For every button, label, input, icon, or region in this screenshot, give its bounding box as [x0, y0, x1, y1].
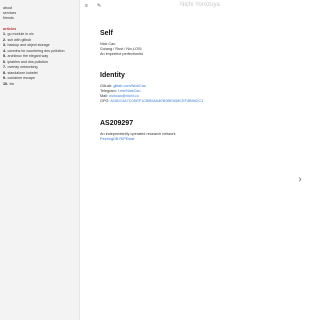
identity-section: Identity GitLab: gitlab.com/NickCao Tele…	[100, 72, 300, 104]
article-number: 6.	[3, 59, 6, 64]
article-number: 3.	[3, 43, 6, 48]
article-number: 10.	[3, 81, 8, 86]
identity-label: Mail:	[100, 94, 109, 98]
identity-label: Telegram:	[100, 89, 117, 93]
gpg-link[interactable]: A15D13A7C0DEF1CBB0AA4EB0BEA58CEF4B9A2C1	[110, 99, 203, 103]
main-content: Self Nick Cao Golang / Rust / Nix,LOSI A…	[100, 30, 300, 142]
article-title: iptables and dns pollution	[7, 59, 49, 64]
self-section: Self Nick Cao Golang / Rust / Nix,LOSI A…	[100, 30, 300, 57]
sidebar: about services friends articles 1. go mod…	[0, 0, 80, 320]
article-title: ssh with github	[7, 37, 32, 42]
asn-section: AS209297 An independently operated resea…	[100, 120, 300, 142]
mail-link[interactable]: nickcao@nichi.co	[109, 94, 139, 98]
article-number: 2.	[3, 37, 6, 42]
article-title: backup and object storage	[7, 43, 50, 48]
article-number: 7.	[3, 65, 6, 70]
article-title: archlinux the elegant way	[7, 54, 49, 59]
asn-title: AS209297	[100, 120, 134, 127]
article-number: 4.	[3, 48, 6, 53]
article-title: go module in nix	[7, 32, 34, 37]
identity-label: GitLab:	[100, 84, 113, 88]
gitlab-link[interactable]: gitlab.com/NickCao	[113, 84, 146, 88]
article-title: container escape	[7, 76, 35, 81]
article-number: 1.	[3, 32, 6, 37]
asn-links[interactable]: PeeringDB RIPEstat	[100, 137, 134, 141]
site-title: Nichi Yorozuya	[180, 2, 220, 8]
article-title: etc	[9, 81, 15, 86]
articles-list: 1. go module in nix 2. ssh with github 3. b…	[3, 32, 79, 87]
article-number: 5.	[3, 54, 6, 59]
identity-title: Identity	[100, 72, 125, 79]
article-number: 9.	[3, 76, 6, 81]
telegram-link[interactable]: t.me/NickCao	[118, 89, 141, 93]
self-title: Self	[100, 30, 113, 37]
next-page-chevron-icon[interactable]: ›	[292, 172, 308, 188]
article-title: coredns for countering dns pollution	[7, 48, 65, 53]
nav-link-friends[interactable]: friends	[3, 16, 79, 21]
article-title: overlay networking	[7, 65, 38, 70]
article-number: 8.	[3, 70, 6, 75]
article-title: standalone kubelet	[7, 70, 38, 75]
identity-label: GPG:	[100, 99, 110, 103]
article-item[interactable]: 10. etc	[3, 82, 79, 88]
